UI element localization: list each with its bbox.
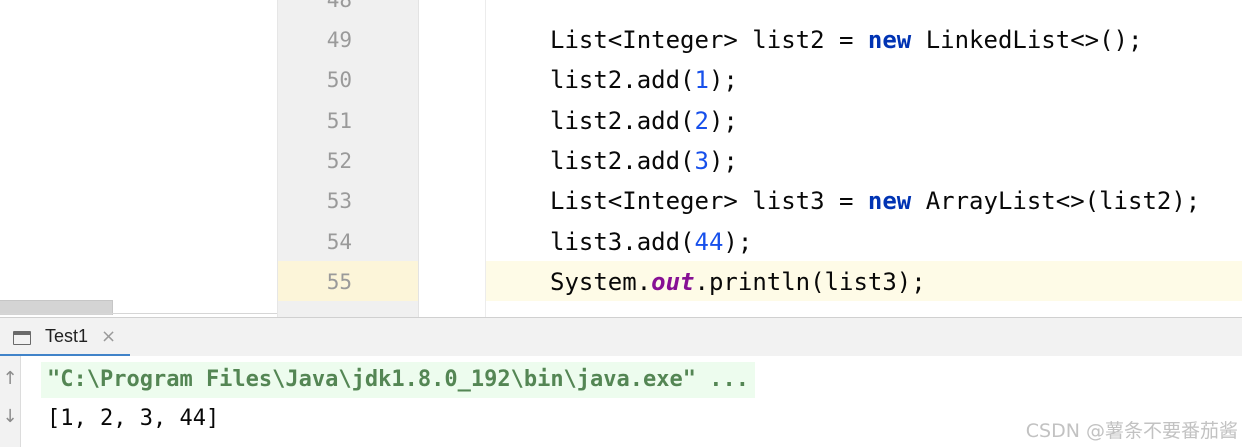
console-icon: [13, 331, 31, 345]
code-token: list2.add(: [550, 66, 695, 94]
code-token: List<Integer> list3 =: [550, 187, 868, 215]
watermark: CSDN @薯条不要番茄酱: [1025, 420, 1238, 442]
number-token: 3: [694, 147, 709, 175]
code-line[interactable]: List<Integer> list3 = new ArrayList<>(li…: [550, 181, 1200, 221]
console-toolbar: ↑ ↓: [0, 356, 21, 447]
tab-test1[interactable]: Test1 ×: [0, 318, 130, 357]
line-number: 53: [326, 189, 352, 213]
code-line[interactable]: list2.add(1);: [550, 60, 738, 100]
line-number: 48: [326, 0, 352, 12]
code-editor[interactable]: 48 49 List<Integer> list2 = new LinkedLis…: [0, 0, 1242, 317]
project-pane: [0, 0, 278, 317]
line-number: 50: [326, 68, 352, 92]
keyword-token: new: [867, 187, 912, 215]
number-token: 1: [694, 66, 709, 94]
line-number: 52: [326, 149, 352, 173]
code-token: LinkedList<>();: [911, 26, 1143, 54]
keyword-token: new: [867, 26, 912, 54]
command-line[interactable]: "C:\Program Files\Java\jdk1.8.0_192\bin\…: [41, 362, 755, 398]
close-icon[interactable]: ×: [101, 326, 116, 347]
divider: [0, 313, 278, 314]
code-line[interactable]: List<Integer> list2 = new LinkedList<>()…: [550, 20, 1142, 60]
line-number: 55: [326, 270, 352, 294]
tab-label: Test1: [45, 326, 89, 346]
code-token: );: [723, 228, 753, 256]
code-line[interactable]: list2.add(3);: [550, 141, 738, 181]
code-token: .println(list3);: [694, 268, 926, 296]
code-line[interactable]: list2.add(2);: [550, 101, 738, 141]
fold-margin[interactable]: [419, 0, 485, 317]
code-line[interactable]: System.out.println(list3);: [550, 262, 926, 302]
code-token: List<Integer> list2 =: [550, 26, 868, 54]
indent-guide: [485, 0, 486, 317]
line-number: 54: [326, 230, 352, 254]
code-token: );: [708, 147, 738, 175]
code-token: ArrayList<>(list2);: [911, 187, 1201, 215]
run-console[interactable]: ↑ ↓ "C:\Program Files\Java\jdk1.8.0_192\…: [0, 356, 1242, 447]
code-token: list2.add(: [550, 107, 695, 135]
arrow-up-icon[interactable]: ↑: [0, 368, 20, 389]
line-number: 49: [326, 28, 352, 52]
field-token: out: [651, 268, 695, 296]
program-output: [1, 2, 3, 44]: [47, 406, 220, 431]
code-token: );: [708, 66, 738, 94]
number-token: 2: [694, 107, 709, 135]
code-line[interactable]: list3.add(44);: [550, 222, 752, 262]
number-token: 44: [694, 228, 724, 256]
arrow-down-icon[interactable]: ↓: [0, 406, 20, 427]
code-token: System.: [550, 268, 652, 296]
run-tool-window-header: Test1 ×: [0, 317, 1242, 357]
code-token: list3.add(: [550, 228, 695, 256]
line-number: 51: [326, 109, 352, 133]
code-token: );: [708, 107, 738, 135]
code-token: list2.add(: [550, 147, 695, 175]
